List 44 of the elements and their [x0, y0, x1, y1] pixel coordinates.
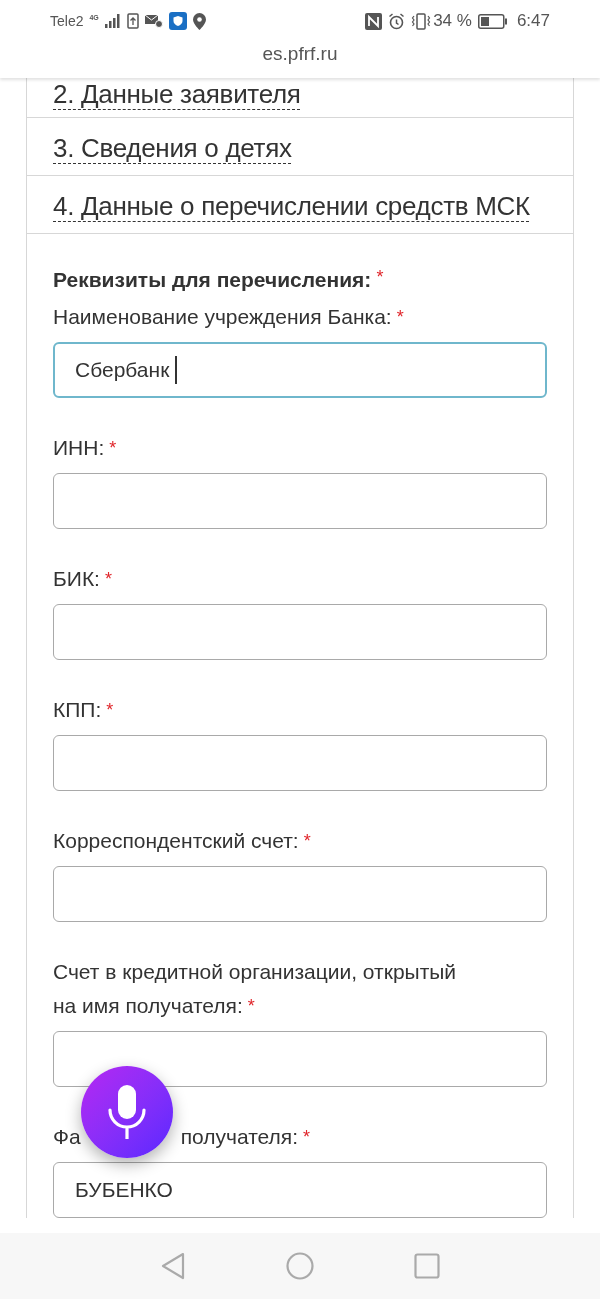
- vibrate-icon: [411, 12, 432, 30]
- signal-icon: [104, 14, 121, 28]
- section-link[interactable]: 3. Сведения о детях: [53, 133, 292, 163]
- field-label: КПП:: [53, 697, 102, 721]
- location-icon: [192, 12, 206, 30]
- upload-icon: [126, 13, 139, 29]
- input-field[interactable]: [53, 472, 547, 529]
- input-field[interactable]: БУБЕНКО: [53, 1161, 547, 1218]
- input-field[interactable]: [53, 603, 547, 660]
- required-asterisk: *: [303, 830, 311, 851]
- carrier-name: Tele2: [50, 11, 84, 31]
- shield-icon: [168, 12, 187, 30]
- required-asterisk: *: [104, 568, 112, 589]
- field-label: получателя:: [180, 1124, 298, 1148]
- clock-time: 6:47: [516, 10, 550, 33]
- section-heading: Реквизиты для перечисления:: [53, 268, 372, 291]
- battery-icon: [477, 13, 507, 29]
- microphone-icon: [108, 1085, 146, 1139]
- section-link[interactable]: 2. Данные заявителя: [53, 79, 301, 109]
- input-field[interactable]: Сбербанк: [53, 341, 547, 398]
- field-label: Наименование учреждения Банка:: [53, 304, 392, 328]
- field-label: Счет в кредитной организации, открытый: [53, 958, 457, 985]
- input-field[interactable]: [53, 734, 547, 791]
- required-asterisk: *: [376, 267, 384, 287]
- field-label: БИК:: [53, 566, 100, 590]
- alarm-icon: [388, 12, 406, 30]
- back-icon[interactable]: [160, 1252, 186, 1280]
- field-label: Корреспондентский счет:: [53, 828, 299, 852]
- nfc-icon: [365, 12, 383, 30]
- input-field[interactable]: [53, 865, 547, 922]
- url-text[interactable]: es.pfrf.ru: [262, 42, 338, 66]
- home-icon[interactable]: [286, 1252, 314, 1280]
- field-label: на имя получателя:: [53, 993, 243, 1017]
- field-label: ИНН:: [53, 435, 105, 459]
- required-asterisk: *: [106, 699, 114, 720]
- field-label: Фа: [53, 1124, 81, 1148]
- required-asterisk: *: [303, 1126, 310, 1147]
- required-asterisk: *: [396, 306, 404, 327]
- battery-percent: 34 %: [433, 10, 472, 33]
- microphone-button[interactable]: [81, 1066, 173, 1158]
- required-asterisk: *: [109, 437, 117, 458]
- recent-apps-icon[interactable]: [414, 1253, 440, 1279]
- section-link[interactable]: 4. Данные о перечислении средств МСК: [53, 191, 530, 221]
- required-asterisk: *: [247, 995, 255, 1016]
